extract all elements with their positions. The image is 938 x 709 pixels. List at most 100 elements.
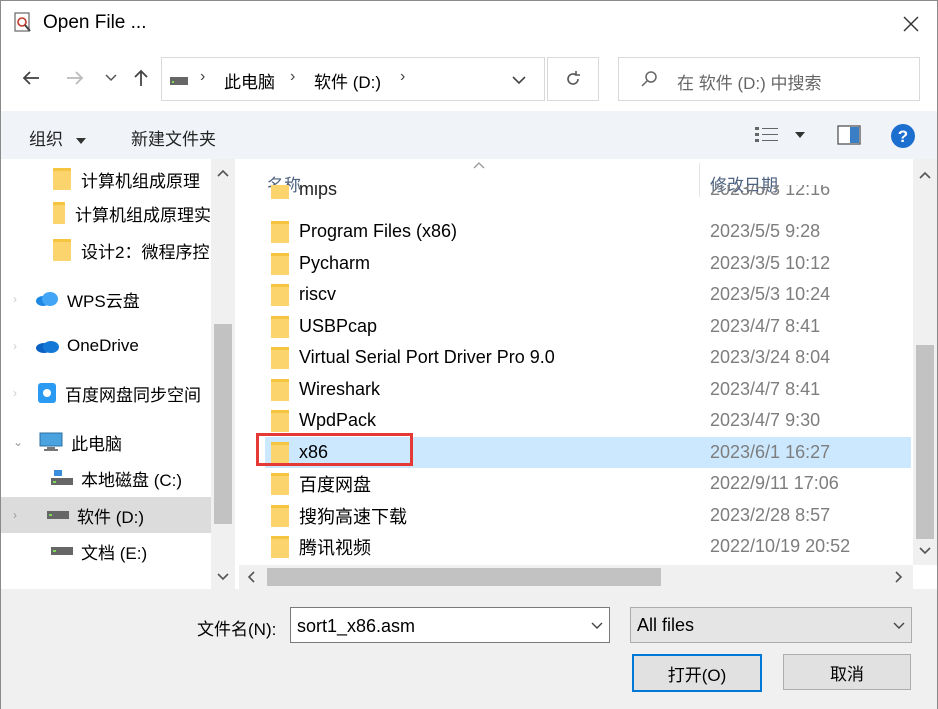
sidebar-item-this-pc[interactable]: ⌄ 此电脑 bbox=[1, 426, 211, 458]
file-name: 百度网盘 bbox=[299, 474, 371, 495]
cancel-button[interactable]: 取消 bbox=[783, 654, 911, 690]
file-name: USBPcap bbox=[299, 316, 378, 336]
folder-icon bbox=[53, 202, 65, 224]
breadcrumb-this-pc[interactable]: 此电脑 bbox=[224, 68, 275, 93]
folder-icon bbox=[271, 473, 289, 495]
file-row[interactable]: WpdPack 2023/4/7 9:30 bbox=[265, 405, 911, 436]
sidebar-item-onedrive[interactable]: › OneDrive bbox=[1, 330, 211, 362]
breadcrumb-drive-d[interactable]: 软件 (D:) bbox=[314, 68, 381, 93]
app-icon bbox=[13, 12, 33, 34]
sidebar-item-label: 软件 (D:) bbox=[77, 507, 145, 527]
folder-icon bbox=[271, 316, 289, 338]
sidebar-item-folder[interactable]: 计算机组成原理 bbox=[1, 163, 211, 195]
scroll-down-icon bbox=[217, 573, 229, 581]
sidebar-item-wps-cloud[interactable]: › WPS云盘 bbox=[1, 283, 211, 315]
sidebar-item-drive-c[interactable]: 本地磁盘 (C:) bbox=[1, 462, 211, 494]
file-name: 腾讯视频 bbox=[299, 537, 371, 558]
file-type-select[interactable]: All files bbox=[630, 607, 912, 643]
sidebar-scrollbar-thumb[interactable] bbox=[214, 324, 232, 524]
file-list-scrollbar-thumb[interactable] bbox=[916, 345, 934, 539]
preview-pane-icon bbox=[837, 125, 861, 145]
sidebar-item-drive-e[interactable]: 文档 (E:) bbox=[1, 535, 211, 567]
file-name: Program Files (x86) bbox=[299, 221, 458, 241]
file-row[interactable]: Wireshark 2023/4/7 8:41 bbox=[265, 374, 911, 405]
pc-icon bbox=[39, 432, 63, 451]
view-options-button[interactable] bbox=[755, 126, 806, 149]
collapse-chevron-icon: ⌄ bbox=[13, 435, 24, 449]
scroll-left-icon bbox=[247, 571, 255, 583]
file-date: 2023/5/5 9:28 bbox=[710, 221, 821, 241]
close-button[interactable] bbox=[891, 7, 931, 41]
open-button[interactable]: 打开(O) bbox=[632, 654, 762, 692]
file-row[interactable]: Virtual Serial Port Driver Pro 9.0 2023/… bbox=[265, 342, 911, 373]
file-row[interactable]: USBPcap 2023/4/7 8:41 bbox=[265, 311, 911, 342]
folder-icon bbox=[271, 379, 289, 401]
arrow-left-icon bbox=[22, 71, 39, 85]
file-row[interactable]: 搜狗高速下载 2023/2/28 8:57 bbox=[265, 500, 911, 531]
search-icon bbox=[641, 71, 657, 87]
file-row[interactable]: Pycharm 2023/3/5 10:12 bbox=[265, 248, 911, 279]
file-date: 2022/10/19 20:52 bbox=[710, 536, 851, 556]
filename-combobox[interactable]: sort1_x86.asm bbox=[290, 607, 610, 643]
file-name: Virtual Serial Port Driver Pro 9.0 bbox=[299, 347, 555, 367]
folder-icon bbox=[271, 185, 289, 199]
file-date: 2023/5/3 10:24 bbox=[710, 284, 831, 304]
file-name: riscv bbox=[299, 284, 336, 304]
organize-button[interactable]: 组织 bbox=[29, 125, 86, 150]
file-name: mips bbox=[299, 185, 338, 199]
chevron-down-icon bbox=[893, 622, 905, 629]
preview-pane-button[interactable] bbox=[837, 125, 861, 150]
sidebar-item-label: 设计2：微程序控 bbox=[81, 242, 210, 262]
expand-chevron-icon: › bbox=[13, 508, 17, 522]
expand-chevron-icon: › bbox=[13, 386, 17, 400]
file-type-value: All files bbox=[637, 615, 695, 635]
file-list: 名称 修改日期 mips 2023/5/3 12:16 Program File… bbox=[241, 159, 911, 565]
navigation-pane: 计算机组成原理 计算机组成原理实 设计2：微程序控 › WPS云盘 › OneD… bbox=[1, 159, 211, 591]
breadcrumb-separator-icon: › bbox=[400, 68, 406, 85]
sidebar-item-folder[interactable]: 计算机组成原理实 bbox=[1, 197, 211, 229]
address-bar[interactable]: › 此电脑 › 软件 (D:) › bbox=[161, 57, 545, 101]
sidebar-item-label: 计算机组成原理 bbox=[81, 171, 200, 191]
svg-text:?: ? bbox=[898, 127, 908, 146]
baidu-icon bbox=[38, 383, 56, 403]
highlight-box bbox=[256, 433, 413, 466]
file-list-scrollbar[interactable] bbox=[913, 159, 937, 565]
filename-input[interactable]: sort1_x86.asm bbox=[297, 616, 415, 637]
horizontal-scrollbar-thumb[interactable] bbox=[267, 568, 661, 586]
drive-icon bbox=[51, 547, 73, 555]
file-date: 2023/3/24 8:04 bbox=[710, 347, 831, 367]
footer-panel: 文件名(N): sort1_x86.asm All files 打开(O) 取消 bbox=[1, 589, 937, 709]
folder-icon bbox=[271, 536, 289, 558]
file-name: Wireshark bbox=[299, 379, 381, 399]
refresh-button[interactable] bbox=[547, 57, 599, 101]
sidebar-scrollbar[interactable] bbox=[211, 159, 235, 589]
help-icon: ? bbox=[891, 124, 915, 148]
search-field[interactable]: 在 软件 (D:) 中搜索 bbox=[618, 57, 920, 101]
folder-icon bbox=[271, 221, 289, 243]
up-button[interactable] bbox=[127, 64, 155, 92]
file-row[interactable]: mips 2023/5/3 12:16 bbox=[265, 185, 911, 205]
address-dropdown-button[interactable] bbox=[512, 72, 526, 90]
folder-icon bbox=[53, 239, 71, 261]
arrow-right-icon bbox=[67, 71, 84, 85]
back-button[interactable] bbox=[17, 64, 45, 92]
file-row[interactable]: 百度网盘 2022/9/11 17:06 bbox=[265, 468, 911, 499]
close-icon bbox=[903, 16, 919, 32]
file-row[interactable]: 腾讯视频 2022/10/19 20:52 bbox=[265, 531, 911, 562]
sidebar-item-baidu-sync[interactable]: › 百度网盘同步空间 bbox=[1, 377, 211, 409]
sort-ascending-icon bbox=[473, 162, 485, 169]
file-date: 2023/4/7 9:30 bbox=[710, 410, 821, 430]
sidebar-item-folder[interactable]: 设计2：微程序控 bbox=[1, 234, 211, 266]
sidebar-item-drive-d[interactable]: › 软件 (D:) bbox=[1, 497, 211, 533]
folder-icon bbox=[271, 505, 289, 527]
drive-icon bbox=[47, 511, 69, 519]
file-row[interactable]: riscv 2023/5/3 10:24 bbox=[265, 279, 911, 310]
folder-icon bbox=[271, 284, 289, 306]
horizontal-scrollbar[interactable] bbox=[239, 565, 913, 589]
recent-locations-button[interactable] bbox=[97, 64, 125, 92]
forward-button[interactable] bbox=[61, 64, 89, 92]
caret-down-icon bbox=[795, 132, 806, 138]
new-folder-button[interactable]: 新建文件夹 bbox=[131, 125, 216, 150]
file-row[interactable]: Program Files (x86) 2023/5/5 9:28 bbox=[265, 216, 911, 247]
help-button[interactable]: ? bbox=[890, 123, 916, 154]
